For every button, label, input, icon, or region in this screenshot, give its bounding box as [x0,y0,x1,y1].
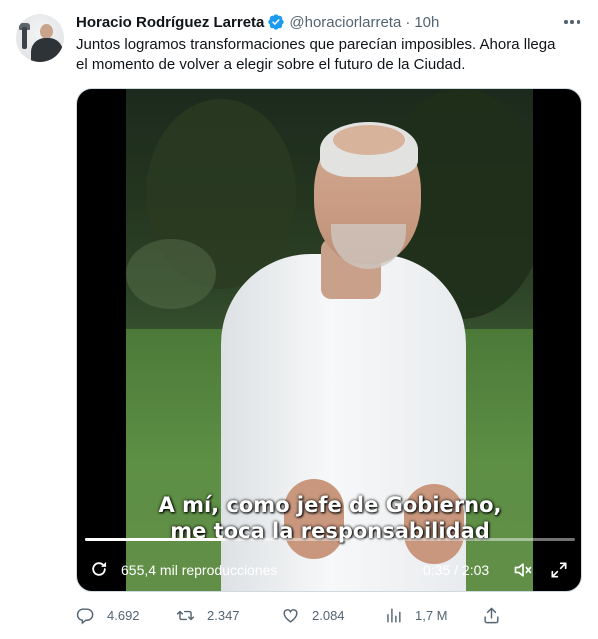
reply-count: 4.692 [107,607,140,623]
replay-icon[interactable] [89,559,109,579]
video-progress-bar[interactable] [85,538,575,541]
analytics-icon [387,607,401,623]
heart-icon [283,608,298,623]
avatar-lamp-post [22,27,27,49]
video-subtitles: A mí, como jefe de Gobierno, me toca la … [77,492,581,544]
tweet-actions: 4.692 2.347 2.084 1,7 M [76,600,499,630]
tweet-text-line: el momento de volver a elegir sobre el f… [76,56,466,73]
like-count: 2.084 [312,607,345,623]
verified-badge-icon[interactable] [267,13,285,31]
views-count: 1,7 M [415,607,448,623]
views-button[interactable]: 1,7 M [384,604,448,626]
reply-icon [76,607,94,624]
tweet-header: Horacio Rodríguez Larreta @horaciorlarre… [76,12,439,32]
background-bush [126,239,216,309]
reply-button[interactable]: 4.692 [76,604,140,626]
more-options-icon[interactable] [562,12,582,32]
avatar-head [40,24,53,39]
share-button[interactable] [482,604,501,626]
video-view-count: 655,4 mil reproducciones [121,562,278,578]
author-avatar[interactable] [16,14,64,62]
retweet-button[interactable]: 2.347 [176,604,240,626]
video-timecode: 0:35 / 2:03 [423,562,490,578]
volume-muted-icon[interactable] [513,560,533,580]
tweet-text: Juntos logramos transformaciones que par… [76,35,576,75]
tweet-timestamp[interactable]: 10h [414,14,439,31]
tweet-card[interactable]: Horacio Rodríguez Larreta @horaciorlarre… [0,0,598,639]
tweet-text-line: Juntos logramos transformaciones que par… [76,36,556,53]
retweet-icon [176,610,195,620]
header-separator: · [405,13,411,31]
share-icon [484,607,499,623]
retweet-count: 2.347 [207,607,240,623]
video-player[interactable]: A mí, como jefe de Gobierno, me toca la … [76,88,582,592]
video-progress-fill [85,538,225,541]
avatar-body [31,38,63,62]
video-controls: 655,4 mil reproducciones 0:35 / 2:03 [77,555,581,585]
person-scalp [333,125,405,155]
author-handle[interactable]: @horaciorlarreta [289,14,401,31]
fullscreen-icon[interactable] [549,560,569,580]
subtitle-line: A mí, como jefe de Gobierno, [158,493,502,517]
like-button[interactable]: 2.084 [281,604,345,626]
author-display-name[interactable]: Horacio Rodríguez Larreta [76,14,264,31]
